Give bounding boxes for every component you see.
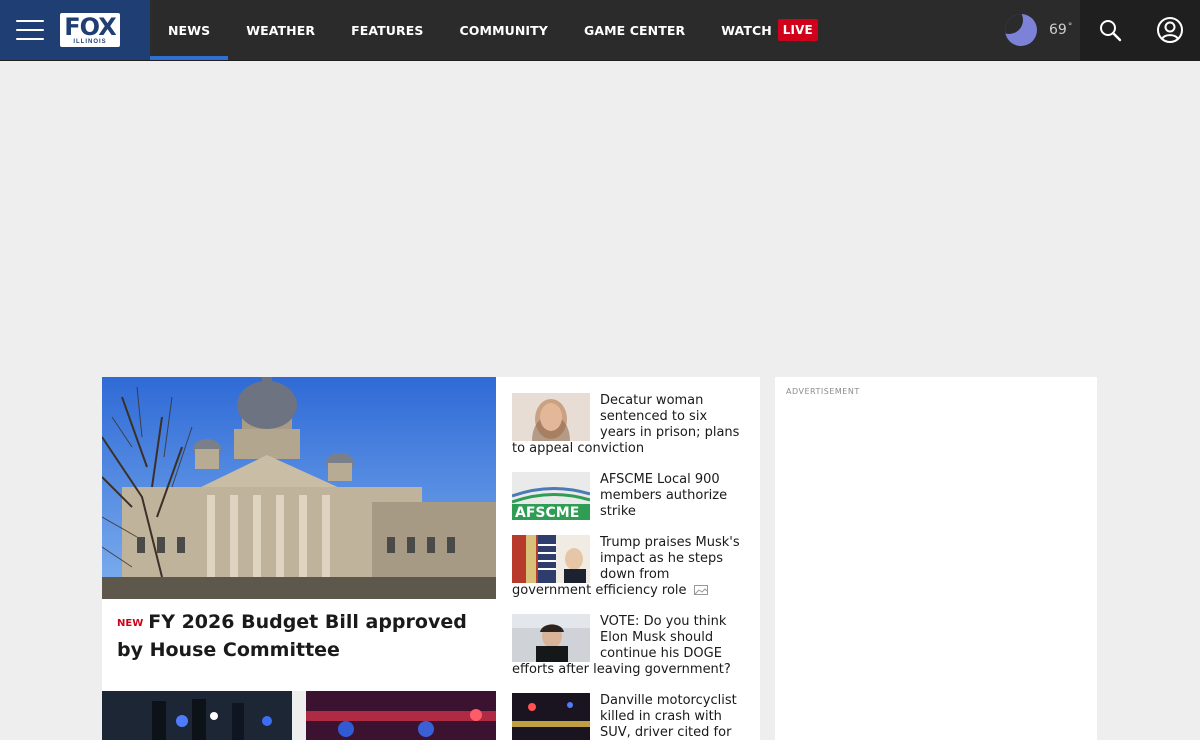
side-ad: ADVERTISEMENT	[775, 377, 1097, 740]
nav-news[interactable]: NEWS	[150, 0, 229, 60]
temperature: 69°	[1049, 22, 1073, 38]
site-header: FOX ILLINOIS NEWS WEATHER FEATURES COMMU…	[0, 0, 1200, 61]
search-icon[interactable]	[1080, 0, 1140, 60]
story-thumbnail	[512, 393, 590, 441]
main-nav: NEWS WEATHER FEATURES COMMUNITY GAME CEN…	[150, 0, 836, 60]
menu-icon[interactable]	[16, 20, 44, 40]
logo-state: ILLINOIS	[73, 38, 107, 45]
nav-game-center[interactable]: GAME CENTER	[566, 0, 703, 60]
list-item[interactable]: Danville motorcyclist killed in crash wi…	[512, 693, 744, 740]
brand-block: FOX ILLINOIS	[0, 0, 150, 60]
ad-label: ADVERTISEMENT	[786, 387, 860, 396]
story-thumbnail-lights[interactable]	[306, 691, 496, 740]
hero-headline[interactable]: NEW FY 2026 Budget Bill approved by House…	[117, 609, 481, 663]
nav-community[interactable]: COMMUNITY	[442, 0, 566, 60]
secondary-thumbnails	[102, 691, 496, 740]
story-thumbnail	[512, 535, 590, 583]
list-item[interactable]: Decatur woman sentenced to six years in …	[512, 393, 744, 457]
nav-watch[interactable]: WATCH LIVE	[703, 0, 836, 60]
moon-icon	[1005, 14, 1037, 46]
story-thumbnail-police[interactable]	[102, 691, 292, 740]
account-icon[interactable]	[1140, 0, 1200, 60]
hero-image[interactable]	[102, 377, 496, 599]
top-stories-card: NEW FY 2026 Budget Bill approved by House…	[102, 377, 760, 740]
nav-weather[interactable]: WEATHER	[228, 0, 333, 60]
gallery-icon	[693, 585, 708, 595]
fox-illinois-logo[interactable]: FOX ILLINOIS	[60, 13, 120, 47]
story-list: Decatur woman sentenced to six years in …	[496, 377, 760, 740]
story-thumbnail: AFSCME	[512, 472, 590, 520]
story-thumbnail	[512, 693, 590, 740]
svg-text:AFSCME: AFSCME	[515, 505, 579, 520]
list-item[interactable]: AFSCME AFSCME Local 900 members authoriz…	[512, 472, 744, 520]
weather-widget[interactable]: 69°	[1005, 0, 1072, 60]
new-badge: NEW	[117, 618, 144, 629]
list-item[interactable]: VOTE: Do you think Elon Musk should cont…	[512, 614, 744, 678]
top-ad-space	[0, 61, 1200, 377]
live-badge: LIVE	[777, 19, 818, 41]
list-item[interactable]: Trump praises Musk's impact as he steps …	[512, 535, 744, 599]
logo-text: FOX	[64, 12, 116, 41]
story-thumbnail	[512, 614, 590, 662]
header-icons	[1080, 0, 1200, 60]
hero-caption[interactable]: NEW FY 2026 Budget Bill approved by House…	[102, 599, 496, 691]
nav-features[interactable]: FEATURES	[333, 0, 441, 60]
